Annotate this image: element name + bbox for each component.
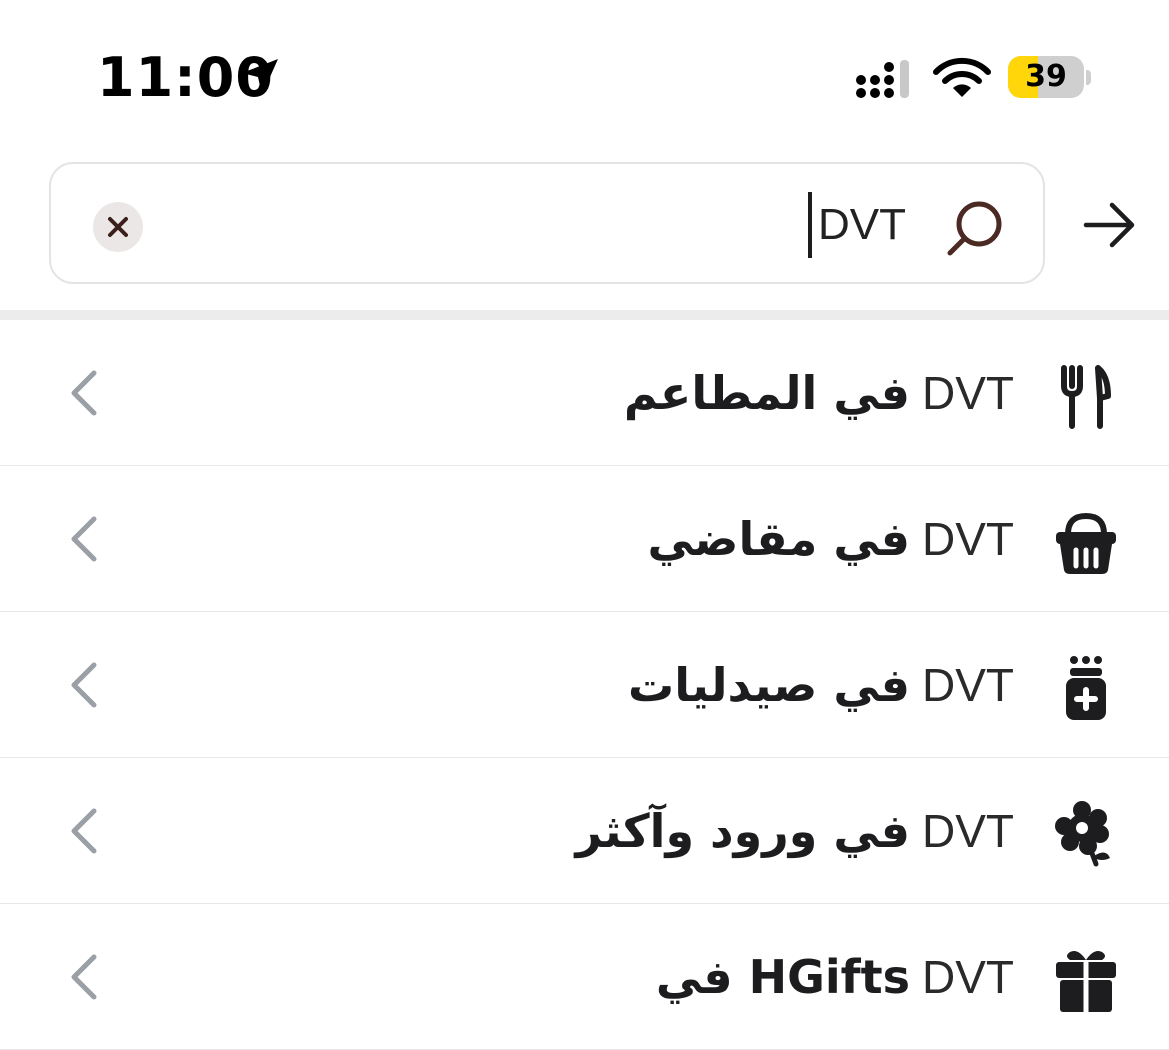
wifi-icon [933, 57, 991, 97]
close-icon [108, 217, 128, 237]
result-query: DVT [922, 805, 1014, 857]
battery-label: 39 [1025, 59, 1067, 94]
result-category: في ورود وآكثر [575, 804, 910, 858]
chevron-left-icon [71, 370, 97, 416]
fork-knife-icon [1061, 365, 1111, 429]
result-category: في المطاعم [623, 366, 910, 420]
result-query: DVT [922, 513, 1014, 565]
chevron-left-icon [71, 808, 97, 854]
battery-icon: 39 [1008, 56, 1084, 98]
list-item[interactable]: في صيدليات DVT [0, 612, 1169, 758]
arrow-right-icon[interactable] [1080, 196, 1138, 254]
result-label: في المطاعم DVT [624, 358, 1014, 428]
location-arrow-icon [242, 59, 278, 95]
search-input[interactable]: DVT [808, 192, 906, 258]
medicine-bottle-icon [1066, 656, 1106, 720]
section-divider [0, 310, 1169, 320]
list-item[interactable]: في المطاعم DVT [0, 320, 1169, 466]
result-label: في مقاضي DVT [647, 504, 1014, 574]
result-category: في صيدليات [627, 658, 910, 712]
status-bar: 11:00 39 [0, 0, 1169, 150]
basket-icon [1056, 512, 1116, 574]
result-query: DVT [922, 659, 1014, 711]
search-icon [947, 201, 1002, 256]
result-query: DVT [922, 367, 1014, 419]
list-item[interactable]: في ورود وآكثر DVT [0, 758, 1169, 904]
list-item[interactable]: في HGifts DVT [0, 904, 1169, 1050]
battery-nub [1086, 70, 1091, 85]
flower-icon [1055, 801, 1110, 867]
result-label: في صيدليات DVT [628, 650, 1014, 720]
result-category: في مقاضي [647, 512, 910, 566]
chevron-left-icon [71, 516, 97, 562]
chevron-left-icon [71, 954, 97, 1000]
signal-icon [856, 60, 909, 98]
results-list: في المطاعم DVT في مقاضي DVT في صيدليات DVT [0, 320, 1169, 1050]
result-query: DVT [922, 951, 1014, 1003]
result-label: في ورود وآكثر DVT [576, 796, 1014, 866]
gift-icon [1056, 951, 1116, 1012]
result-category: في HGifts [655, 950, 910, 1004]
search-bar[interactable]: DVT [49, 162, 1045, 284]
chevron-left-icon [71, 662, 97, 708]
clear-search-button[interactable] [93, 202, 143, 252]
result-label: في HGifts DVT [656, 942, 1014, 1012]
list-item[interactable]: في مقاضي DVT [0, 466, 1169, 612]
